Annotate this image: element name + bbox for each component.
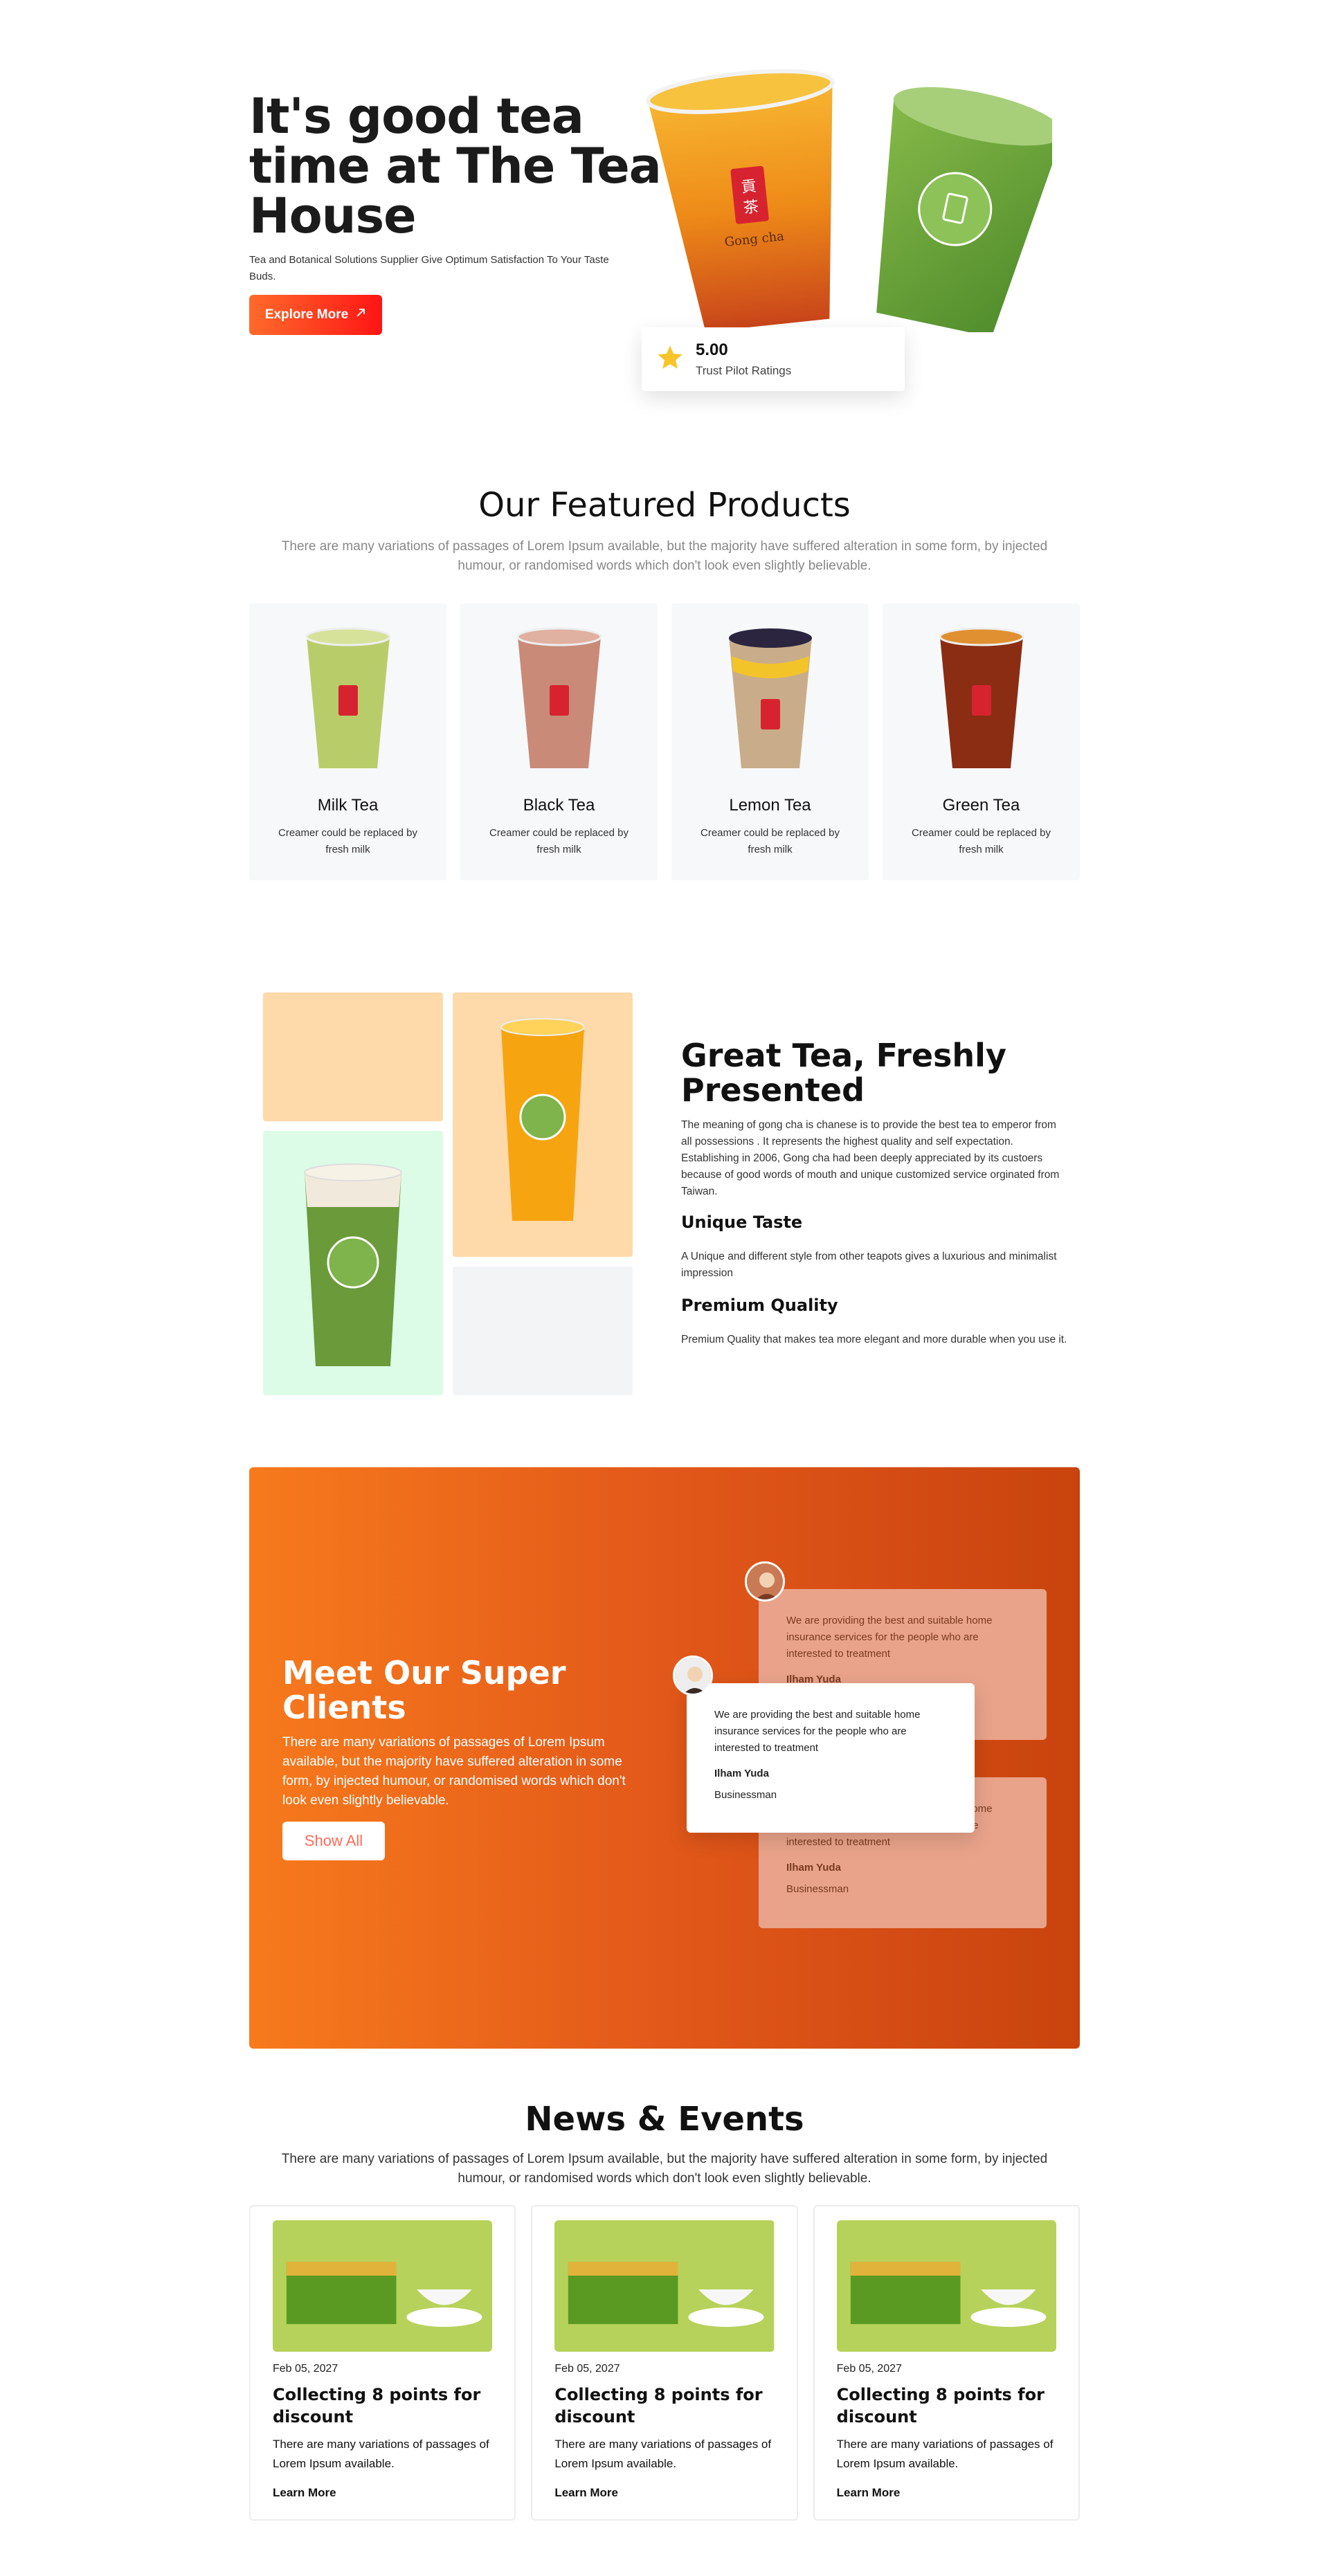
learn-more-link[interactable]: Learn More xyxy=(837,2486,1056,2500)
news-item-title: Collecting 8 points for discount xyxy=(836,2385,1045,2427)
news-grid: Feb 05, 2027 Collecting 8 points for dis… xyxy=(249,2205,1080,2521)
news-card[interactable]: Feb 05, 2027 Collecting 8 points for dis… xyxy=(249,2205,516,2521)
product-card-lemon-tea[interactable]: Lemon Tea Creamer could be replaced by f… xyxy=(671,604,869,880)
news-item-desc: There are many variations of passages of… xyxy=(836,2438,1054,2470)
product-desc: Creamer could be replaced by fresh milk xyxy=(489,827,629,855)
arrow-up-right-icon xyxy=(355,307,366,323)
product-grid: Milk Tea Creamer could be replaced by fr… xyxy=(249,604,1080,880)
explore-more-label: Explore More xyxy=(264,307,349,322)
avatar xyxy=(673,1656,713,1696)
product-card-green-tea[interactable]: Green Tea Creamer could be replaced by f… xyxy=(883,604,1080,880)
hero-subtitle: Tea and Botanical Solutions Supplier Giv… xyxy=(249,254,609,282)
news-date: Feb 05, 2027 xyxy=(273,2363,338,2375)
news-date: Feb 05, 2027 xyxy=(836,2363,902,2375)
clients-description: There are many variations of passages of… xyxy=(282,1735,626,1808)
testimonial-name: Ilham Yuda xyxy=(714,1768,769,1779)
hero-title: It's good tea time at The Tea House xyxy=(249,88,662,244)
news-item-desc: There are many variations of passages of… xyxy=(554,2438,772,2470)
about-peach-tile xyxy=(263,992,443,1121)
orange-drink-image xyxy=(500,1018,585,1221)
matcha-drink-image xyxy=(304,1163,402,1366)
show-all-button[interactable]: Show All xyxy=(282,1822,385,1860)
news-image xyxy=(273,2220,493,2352)
star-icon xyxy=(656,343,685,376)
rating-card: 5.00 Trust Pilot Ratings xyxy=(642,327,905,391)
avatar xyxy=(745,1561,785,1602)
hero-drinks-image: 貢 茶 Gong cha xyxy=(644,48,1064,338)
learn-more-link[interactable]: Learn More xyxy=(273,2486,492,2500)
product-card-milk-tea[interactable]: Milk Tea Creamer could be replaced by fr… xyxy=(249,604,446,880)
black-tea-cup-image xyxy=(516,627,602,768)
news-description: There are many variations of passages of… xyxy=(281,2152,1048,2186)
rating-label: Trust Pilot Ratings xyxy=(696,364,792,377)
about-gray-tile xyxy=(453,1267,633,1395)
news-item-title: Collecting 8 points for discount xyxy=(554,2385,763,2427)
testimonial-text: We are providing the best and suitable h… xyxy=(786,1615,993,1660)
product-name: Green Tea xyxy=(942,796,1020,815)
news-item-title: Collecting 8 points for discount xyxy=(273,2385,481,2427)
product-name: Milk Tea xyxy=(317,796,379,815)
svg-text:茶: 茶 xyxy=(743,199,760,217)
testimonial-role: Businessman xyxy=(786,1883,849,1895)
news-card[interactable]: Feb 05, 2027 Collecting 8 points for dis… xyxy=(813,2205,1080,2521)
green-tea-cup-image xyxy=(939,627,1024,768)
clients-title: Meet Our Super Clients xyxy=(282,1654,566,1726)
featured-title: Our Featured Products xyxy=(478,486,851,525)
feature-title-premium-quality: Premium Quality xyxy=(681,1296,838,1315)
explore-more-button[interactable]: Explore More xyxy=(249,295,382,335)
product-desc: Creamer could be replaced by fresh milk xyxy=(912,827,1051,855)
featured-description: There are many variations of passages of… xyxy=(281,539,1048,573)
about-matcha-tile xyxy=(263,1131,443,1395)
testimonial-card-active: We are providing the best and suitable h… xyxy=(687,1683,975,1833)
product-name: Black Tea xyxy=(523,796,595,815)
clients-section: Meet Our Super Clients There are many va… xyxy=(249,1467,1080,2049)
rating-value: 5.00 xyxy=(696,341,728,359)
product-name: Lemon Tea xyxy=(729,796,811,815)
news-title: News & Events xyxy=(525,2100,804,2139)
svg-text:貢: 貢 xyxy=(741,178,758,197)
testimonial-text: We are providing the best and suitable h… xyxy=(714,1709,921,1754)
news-card[interactable]: Feb 05, 2027 Collecting 8 points for dis… xyxy=(531,2205,798,2521)
about-orange-drink-tile xyxy=(453,992,633,1257)
lemon-tea-cup-image xyxy=(728,628,812,768)
feature-title-unique-taste: Unique Taste xyxy=(681,1213,803,1232)
testimonial-name: Ilham Yuda xyxy=(786,1862,841,1874)
milk-tea-cup-image xyxy=(305,627,390,768)
learn-more-link[interactable]: Learn More xyxy=(554,2486,774,2500)
about-title: Great Tea, Freshly Presented xyxy=(681,1037,1006,1109)
testimonial-role: Businessman xyxy=(714,1789,777,1801)
news-image xyxy=(554,2220,775,2352)
product-desc: Creamer could be replaced by fresh milk xyxy=(700,827,840,855)
feature-text-unique-taste: A Unique and different style from other … xyxy=(681,1251,1057,1279)
about-paragraph: The meaning of gong cha is chanese is to… xyxy=(681,1119,1060,1197)
news-image xyxy=(836,2220,1056,2352)
product-card-black-tea[interactable]: Black Tea Creamer could be replaced by f… xyxy=(460,604,658,880)
product-desc: Creamer could be replaced by fresh milk xyxy=(278,827,417,855)
feature-text-premium-quality: Premium Quality that makes tea more eleg… xyxy=(681,1334,1067,1345)
news-item-desc: There are many variations of passages of… xyxy=(273,2438,489,2470)
news-date: Feb 05, 2027 xyxy=(554,2363,620,2375)
